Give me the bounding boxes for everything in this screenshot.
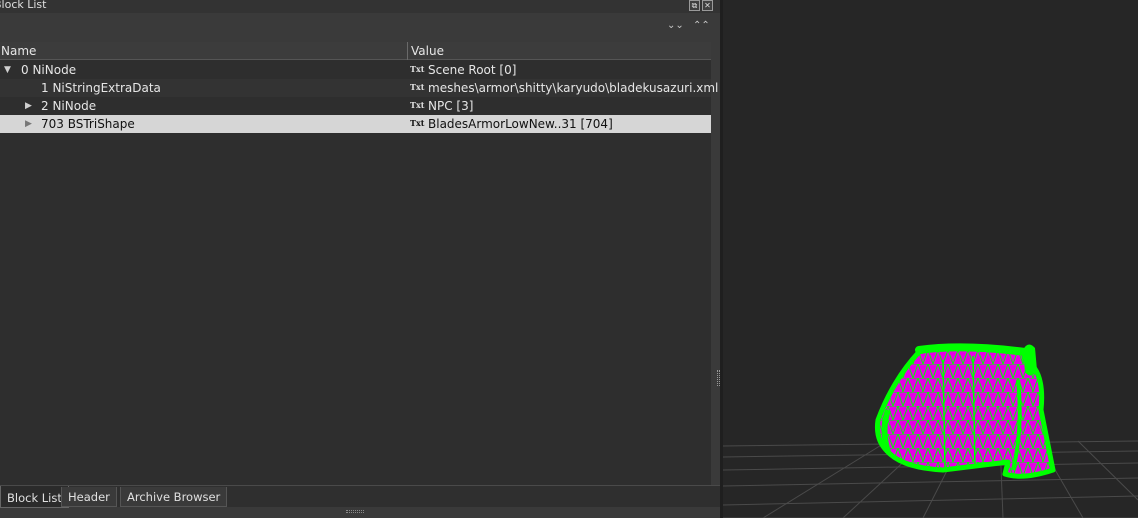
row-name: 2 NiNode [41,99,97,113]
tree-row[interactable]: ▼ 0 NiNode Txt Scene Root [0] [0,61,711,79]
block-tree[interactable]: Name Value ▼ 0 NiNode Txt Scene Root [0]… [0,42,739,485]
column-header-value[interactable]: Value [411,44,444,58]
column-header-name[interactable]: Name [1,44,36,58]
dock-title: Block List [0,0,47,11]
expand-arrow-icon[interactable]: ▶ [25,119,32,129]
text-type-icon: Txt [410,100,425,110]
expand-arrow-icon[interactable]: ▼ [4,65,11,75]
dock-title-bar[interactable]: Block List ⧉ ✕ [0,0,720,13]
row-value: NPC [3] [428,99,474,113]
resize-grip-icon[interactable] [346,510,364,513]
tree-row-selected[interactable]: ▶ 703 BSTriShape Txt BladesArmorLowNew..… [0,115,711,133]
block-list-toolbar: ⌄⌄ ⌃⌃ [0,14,720,42]
row-name: 1 NiStringExtraData [41,81,161,95]
tree-row[interactable]: 1 NiStringExtraData Txt meshes\armor\shi… [0,79,739,97]
viewport-canvas[interactable] [723,0,1138,518]
text-type-icon: Txt [410,118,425,128]
row-name: 0 NiNode [21,63,77,77]
close-dock-button[interactable]: ✕ [702,0,713,11]
row-name: 703 BSTriShape [41,117,135,131]
tab-header[interactable]: Header [61,487,117,507]
row-value: BladesArmorLowNew..31 [704] [428,117,613,131]
render-viewport[interactable] [723,0,1138,518]
tab-block-list[interactable]: Block List [0,486,69,508]
text-type-icon: Txt [410,64,425,74]
row-value: meshes\armor\shitty\karyudo\bladekusazur… [428,81,740,95]
expand-arrow-icon[interactable]: ▶ [25,101,32,111]
block-list-panel: Block List ⧉ ✕ ⌄⌄ ⌃⌃ Name Value ▼ 0 NiNo… [0,0,739,518]
tree-row[interactable]: ▶ 2 NiNode Txt NPC [3] [0,97,711,115]
row-value: Scene Root [0] [428,63,517,77]
splitter-grip-icon[interactable] [717,370,720,386]
column-separator[interactable] [407,42,408,60]
collapse-all-icon[interactable]: ⌃⌃ [693,21,710,38]
expand-all-icon[interactable]: ⌄⌄ [667,21,684,38]
float-dock-button[interactable]: ⧉ [689,0,700,11]
mesh-skirt[interactable] [875,343,1056,479]
tree-header: Name Value [0,42,711,60]
dock-tab-bar: Block List Header Archive Browser [0,485,720,508]
tab-archive-browser[interactable]: Archive Browser [120,487,228,507]
text-type-icon: Txt [410,82,425,92]
